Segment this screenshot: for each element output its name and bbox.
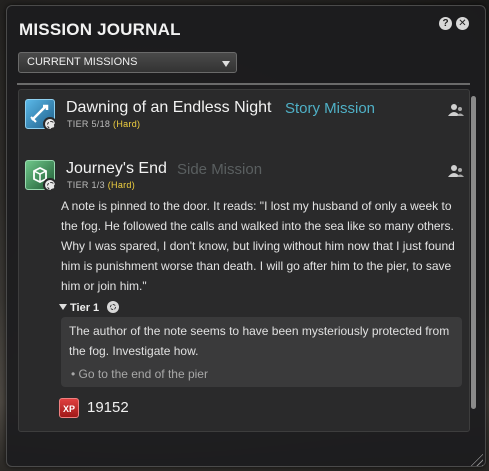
chevron-down-icon [222,61,230,67]
group-icon[interactable] [448,103,464,117]
collapse-triangle-icon [59,304,67,310]
scrollbar-thumb[interactable] [471,96,476,409]
clock-badge-icon [43,117,57,131]
difficulty-label: (Hard) [113,119,141,129]
mission-type: Story Mission [285,100,376,117]
side-mission-icon [25,160,57,192]
timer-icon [107,301,119,313]
mission-entry-side[interactable]: Journey's End Side Mission TIER 1/3 (Har… [25,160,465,196]
mission-name: Dawning of an Endless Night [66,99,272,116]
mission-name: Journey's End [66,160,167,177]
header-divider [17,83,470,85]
mission-entry-story[interactable]: Dawning of an Endless Night Story Missio… [25,99,465,135]
difficulty-label: (Hard) [107,180,136,190]
tier-details: The author of the note seems to have bee… [61,317,462,387]
mission-description: A note is pinned to the door. It reads: … [61,199,455,293]
objective-item: • Go to the end of the pier [71,367,208,381]
window-title: MISSION JOURNAL [19,20,181,39]
mission-filter-value: CURRENT MISSIONS [27,56,138,68]
mission-tier: TIER 1/3 (Hard) [67,180,136,190]
mission-type: Side Mission [177,161,263,178]
xp-icon: XP [59,398,79,418]
mission-filter-dropdown[interactable]: CURRENT MISSIONS [18,52,237,73]
close-button[interactable]: ✕ [456,17,469,30]
objective-text: Go to the end of the pier [78,367,208,381]
story-mission-icon [25,99,57,131]
tier-header[interactable]: Tier 1 [59,302,99,314]
tier-label: Tier 1 [70,302,100,314]
mission-tier: TIER 5/18 (Hard) [67,119,141,129]
clock-badge-icon [43,178,57,192]
resize-grip[interactable] [469,452,483,466]
help-button[interactable]: ? [439,17,452,30]
tier-description: The author of the note seems to have bee… [69,324,450,358]
group-icon[interactable] [448,164,464,178]
xp-reward-value: 19152 [87,399,129,416]
mission-journal-window: MISSION JOURNAL ? ✕ CURRENT MISSIONS Daw… [6,5,486,467]
